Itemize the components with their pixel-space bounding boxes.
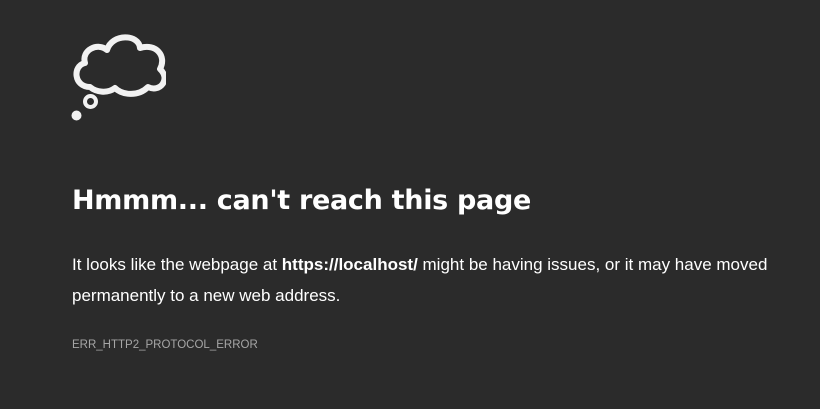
page-title: Hmmm... can't reach this page <box>72 185 532 216</box>
error-message: It looks like the webpage at https://loc… <box>72 249 812 311</box>
error-code: ERR_HTTP2_PROTOCOL_ERROR <box>72 339 258 351</box>
thought-cloud-icon <box>71 34 166 121</box>
thought-bubble-medium <box>83 94 98 109</box>
thought-bubble-small <box>71 110 82 121</box>
cloud-outline <box>73 34 166 97</box>
message-text-before-url: It looks like the webpage at <box>72 255 282 274</box>
error-url: https://localhost/ <box>281 255 418 274</box>
